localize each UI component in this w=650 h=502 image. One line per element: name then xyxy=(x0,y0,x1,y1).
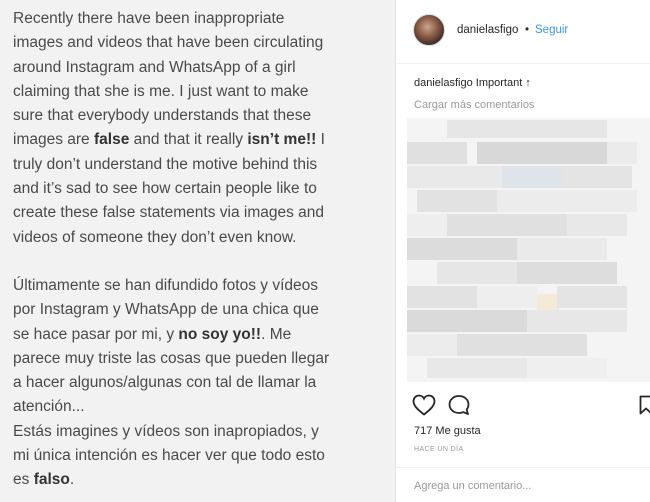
post-text-line: mi única intención es hacer ver que todo… xyxy=(13,447,325,465)
header-username[interactable]: danielasfigo xyxy=(457,24,518,36)
post-text-line: Recently there have been inappropriate xyxy=(13,10,285,27)
follow-button[interactable]: Seguir xyxy=(535,24,568,36)
post-text-line: Estás imagines y vídeos son inapropiados… xyxy=(13,422,319,440)
post-text-line: se hace pasar por mi, y no soy yo!!. Me xyxy=(13,325,292,343)
divider xyxy=(397,467,650,468)
post-text-line: truly don’t understand the motive behind… xyxy=(13,155,318,173)
post-text-line: sure that everybody understands that the… xyxy=(13,107,312,125)
post-image: Recently there have been inappropriate i… xyxy=(0,0,396,502)
post-timestamp: HACE UN DÍA xyxy=(414,446,464,453)
bookmark-icon[interactable] xyxy=(639,395,650,415)
post-text-line: videos of someone they don’t even know. xyxy=(13,228,297,246)
post-side-panel: danielasfigo • Seguir danielasfigo Impor… xyxy=(397,0,650,502)
likes-count[interactable]: 717 Me gusta xyxy=(414,425,481,437)
post-text-line: create these false statements via images… xyxy=(13,204,325,222)
post-text-line: claiming that she is me. I just want to … xyxy=(13,82,309,100)
comment-icon[interactable] xyxy=(447,394,471,416)
heart-icon[interactable] xyxy=(412,394,436,416)
post-text-line: and it’s sad to see how certain people l… xyxy=(13,180,317,198)
pixelated-comments xyxy=(407,118,650,382)
caption: danielasfigo Important ↑ xyxy=(414,77,531,89)
caption-text: Important ↑ xyxy=(475,77,531,89)
post-text-line: es falso. xyxy=(13,471,75,489)
post-text-line: a hacer algunos/algunas con tal de llama… xyxy=(13,374,317,392)
load-more-comments-link[interactable]: Cargar más comentarios xyxy=(414,99,534,111)
post-actions xyxy=(397,394,650,418)
comment-input[interactable] xyxy=(414,476,634,496)
avatar[interactable] xyxy=(413,14,445,46)
post-text-line: por Instagram y WhatsApp de una chica qu… xyxy=(13,301,319,319)
post-text-line: parece muy triste las cosas que pueden l… xyxy=(13,349,330,367)
caption-username[interactable]: danielasfigo xyxy=(414,77,473,89)
separator-dot: • xyxy=(525,24,530,36)
post-text-line: atención... xyxy=(13,398,85,416)
post-header: danielasfigo • Seguir xyxy=(397,0,650,66)
post-text-line: images are false and that it really isn’… xyxy=(13,131,325,149)
post-text-line: around Instagram and WhatsApp of a girl xyxy=(13,58,296,76)
divider xyxy=(397,63,650,64)
post-text-line: images and videos that have been circula… xyxy=(13,34,324,52)
post-text-line: Últimamente se han difundido fotos y víd… xyxy=(13,276,319,294)
